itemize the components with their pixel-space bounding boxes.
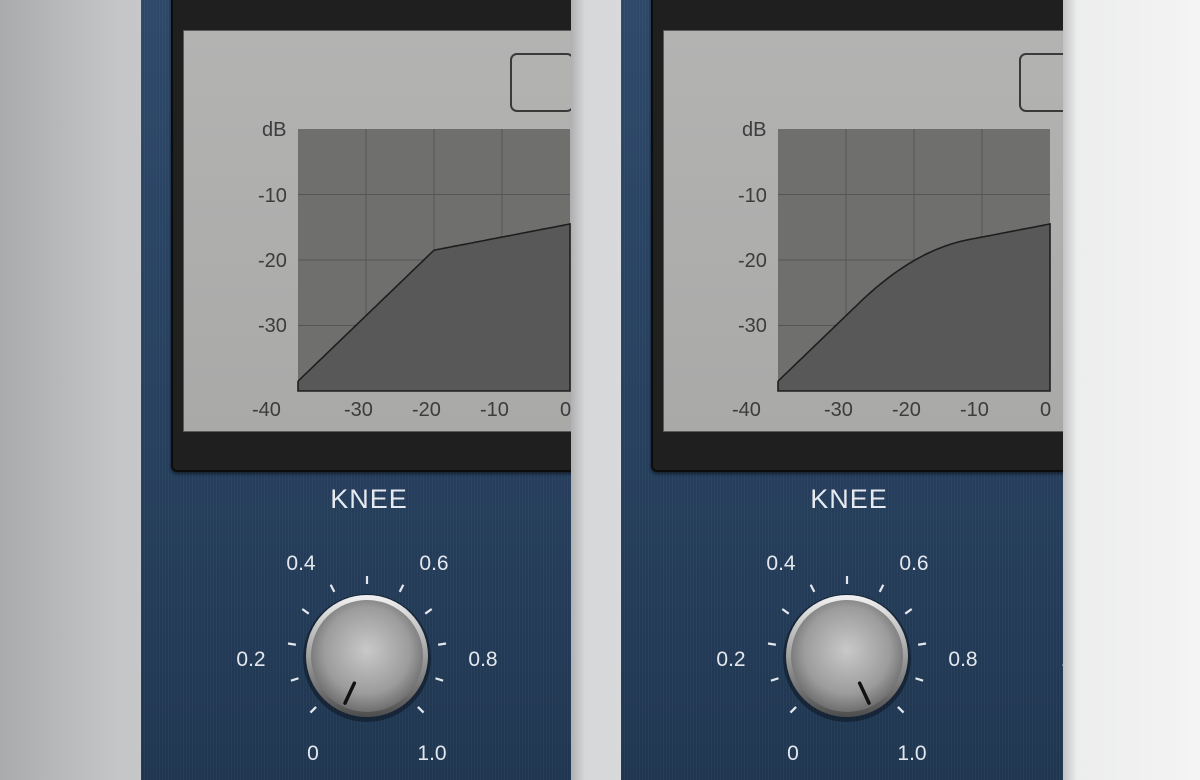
- knob-tick: [329, 584, 336, 593]
- knob-scale-label: 0: [787, 742, 799, 765]
- knob-tick: [878, 584, 885, 593]
- knob-tick: [789, 706, 797, 714]
- knob-tick: [897, 706, 905, 714]
- knob-tick: [904, 608, 913, 615]
- knob-scale-label: 1.0: [897, 742, 926, 765]
- knob-tick: [301, 608, 310, 615]
- panel-edge-shadow: [1063, 0, 1077, 780]
- knob-scale-label: 0.6: [419, 552, 448, 575]
- knob-tick: [915, 677, 924, 682]
- knob-tick: [917, 642, 927, 646]
- knob-scale-label: 1.0: [417, 742, 446, 765]
- knob-tick: [398, 584, 405, 593]
- knob-scale-label: 0.4: [286, 552, 316, 575]
- knob-scale-label: 0: [307, 742, 319, 765]
- knob-tick: [435, 677, 444, 682]
- knob-tick: [309, 706, 317, 714]
- knob-scale-label: 0.8: [468, 648, 497, 671]
- knob-tick: [809, 584, 816, 593]
- knob-cap[interactable]: [791, 600, 903, 712]
- knob-tick: [287, 642, 297, 646]
- knob-scale-label: 0.6: [899, 552, 928, 575]
- knob-tick: [767, 642, 777, 646]
- knob-scale-label: 0.2: [716, 648, 745, 671]
- knob-tick: [437, 642, 447, 646]
- knob-tick: [290, 677, 299, 682]
- knob-tick: [770, 677, 779, 682]
- knee-knob-control[interactable]: 0 0.2 0.4 0.6 0.8 1.0: [141, 0, 571, 780]
- knob-scale-label: 0.2: [236, 648, 265, 671]
- knee-knob-control[interactable]: 0 0.2 0.4 0.6 0.8 1.0 1: [621, 0, 1063, 780]
- knob-cap[interactable]: [311, 600, 423, 712]
- knob-tick: [781, 608, 790, 615]
- knob-tick: [424, 608, 433, 615]
- compressor-panel-right: dB -10 -20 -30 -40 -30 -20 -10 0 KNEE 0 …: [621, 0, 1063, 780]
- knob-scale-label: 0.8: [948, 648, 977, 671]
- knob-tick: [417, 706, 425, 714]
- compressor-panel-left: dB -10 -20 -30 -40 -30 -20 -10 0 KNEE 0 …: [141, 0, 571, 780]
- knob-scale-label: 0.4: [766, 552, 796, 575]
- panel-edge-shadow: [571, 0, 585, 780]
